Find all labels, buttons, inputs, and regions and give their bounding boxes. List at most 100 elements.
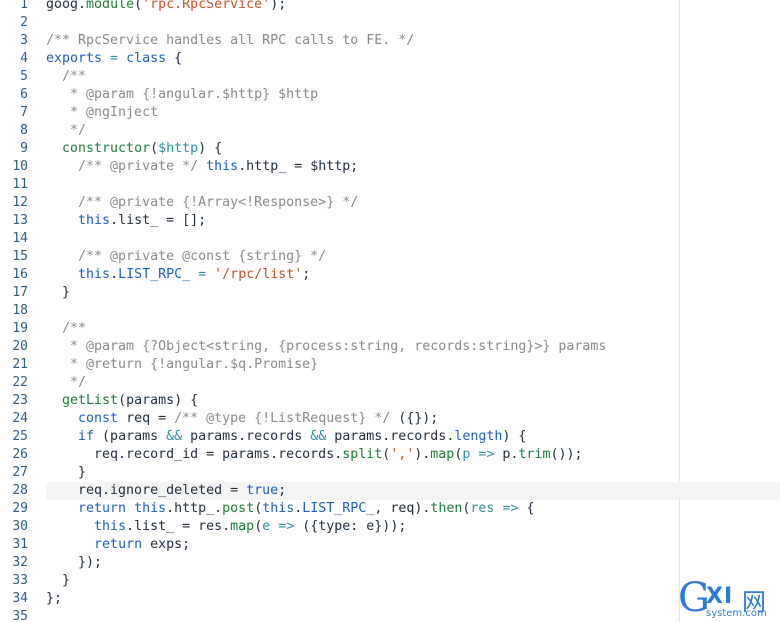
code-line-24: const req = /** @type {!ListRequest} */ … [46, 410, 780, 428]
code-line-5: /** [46, 68, 780, 86]
line-number: 14 [12, 231, 28, 246]
token: constructor [62, 141, 151, 156]
token: split [342, 447, 383, 462]
token: /** @private */ [78, 159, 199, 174]
token: this [262, 501, 295, 516]
watermark-xi: XI [706, 584, 734, 609]
token: 'rpc.RpcService' [142, 0, 271, 12]
line-number: 11 [12, 177, 28, 192]
token: module [86, 0, 135, 12]
token: '/rpc/list' [214, 267, 303, 282]
line-number: 6 [20, 87, 28, 102]
token: { [166, 51, 183, 66]
line-number: 7 [20, 105, 28, 120]
line-number: 25 [12, 429, 28, 444]
token: .list_ = []; [110, 213, 207, 228]
token: }); [46, 555, 103, 570]
code-line-3: /** RpcService handles all RPC calls to … [46, 32, 780, 50]
token: true [246, 483, 279, 498]
code-area[interactable]: goog.module('rpc.RpcService'); /** RpcSe… [46, 0, 780, 622]
token: params [126, 393, 175, 408]
line-number: 34 [12, 591, 28, 606]
code-line-7: * @ngInject [46, 104, 780, 122]
token: ; [278, 483, 287, 498]
token: && [166, 429, 183, 444]
code-line-21: * @return {!angular.$q.Promise} [46, 356, 780, 374]
code-editor[interactable]: 1 2 3 4 5 6 7 8 9 10 11 12 13 14 15 16 17 18 19 20 21 22 23 24 2… [0, 0, 780, 622]
token: ; [302, 267, 311, 282]
line-number: 20 [12, 339, 28, 354]
token: then [430, 501, 463, 516]
token: && [310, 429, 327, 444]
comment-text: /** [46, 69, 87, 84]
code-line-15: /** @private @const {string} */ [46, 248, 780, 266]
line-number: 2 [20, 15, 28, 30]
token: this [78, 267, 111, 282]
line-number: 10 [12, 159, 28, 174]
code-line-20: * @param {?Object<string, {process:strin… [46, 338, 780, 356]
line-number: 32 [12, 555, 28, 570]
code-line-27: } [46, 464, 780, 482]
token: { [518, 501, 535, 516]
token: ( [118, 393, 127, 408]
code-line-10: /** @private */ this.http_ = $http; [46, 158, 780, 176]
token: ({}); [390, 411, 439, 426]
code-line-28-active: req.ignore_deleted = true; [46, 482, 780, 500]
line-number: 19 [12, 321, 28, 336]
token: exports [46, 51, 103, 66]
token: trim [518, 447, 551, 462]
token: ). [414, 447, 431, 462]
token: const [78, 411, 119, 426]
comment-text: * @param {?Object<string, {process:strin… [46, 339, 607, 354]
site-watermark-logo: G XI 网 system.com [676, 578, 776, 620]
line-number: 29 [12, 501, 28, 516]
comment-text: */ [46, 375, 87, 390]
code-line-33: } [46, 572, 780, 590]
token: }; [46, 591, 63, 606]
comment-text: */ [46, 123, 87, 138]
line-number-gutter: 1 2 3 4 5 6 7 8 9 10 11 12 13 14 15 16 17 18 19 20 21 22 23 24 2… [0, 0, 28, 622]
line-number: 28 [12, 483, 28, 498]
token: ( [254, 519, 263, 534]
code-line-16: this.LIST_RPC_ = '/rpc/list'; [46, 266, 780, 284]
token: => [478, 447, 495, 462]
code-line-4: exports = class { [46, 50, 780, 68]
watermark-site: system.com [706, 608, 767, 619]
code-line-12: /** @private {!Array<!Response>} */ [46, 194, 780, 212]
comment-text: /** @private {!Array<!Response>} */ [46, 195, 359, 210]
line-number: 35 [12, 609, 28, 622]
code-line-26: req.record_id = params.records.split(','… [46, 446, 780, 464]
token: ) { [198, 141, 223, 156]
token: this [78, 213, 111, 228]
line-number: 3 [20, 33, 28, 48]
token: class [126, 51, 167, 66]
token: length [454, 429, 503, 444]
token: params.records [182, 429, 311, 444]
token: params.records. [326, 429, 455, 444]
token: ); [270, 0, 287, 12]
token: ) { [174, 393, 199, 408]
token: exps; [142, 537, 191, 552]
token: if [78, 429, 95, 444]
token: .http_ = $http; [238, 159, 359, 174]
token: } [46, 465, 87, 480]
token: => [502, 501, 519, 516]
line-number: 5 [20, 69, 28, 84]
code-line-32: }); [46, 554, 780, 572]
line-number: 8 [20, 123, 28, 138]
comment-text: /** [46, 321, 87, 336]
line-number: 30 [12, 519, 28, 534]
line-number: 15 [12, 249, 28, 264]
line-number: 22 [12, 375, 28, 390]
code-line-22: */ [46, 374, 780, 392]
token: getList [62, 393, 119, 408]
